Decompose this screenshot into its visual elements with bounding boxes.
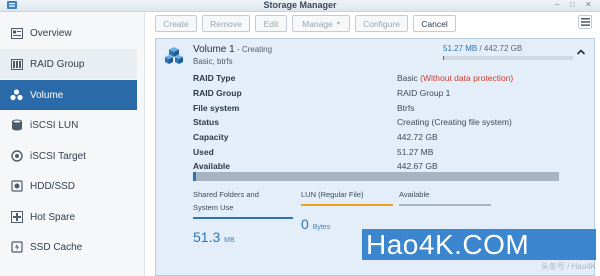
property-key: RAID Group: [193, 88, 242, 99]
sidebar-item-label: SSD Cache: [30, 241, 83, 253]
volume-usage-bar: [443, 56, 573, 60]
hot-spare-icon: [10, 211, 23, 223]
stat-value: 51.3 MB: [193, 229, 235, 245]
list-view-button[interactable]: [578, 15, 592, 29]
iscsi-target-icon: [10, 150, 23, 162]
volume-properties: RAID Type Basic (Without data protection…: [193, 71, 583, 174]
maximize-icon[interactable]: □: [570, 1, 579, 9]
watermark-subtext: 头条号 / Hao4K: [540, 262, 596, 271]
minimize-icon[interactable]: –: [555, 1, 564, 9]
stat-label: Available: [399, 190, 430, 199]
stat-label: System Use: [193, 203, 234, 212]
list-icon: [580, 18, 590, 26]
stat-lun: LUN (Regular File) 0 Bytes: [301, 188, 393, 232]
sidebar-item-overview[interactable]: Overview: [0, 18, 137, 48]
volume-total: / 442.72 GB: [477, 44, 523, 53]
warning-text: (Without data protection): [420, 73, 514, 84]
property-value: Creating (Creating file system): [397, 117, 512, 128]
close-icon[interactable]: ✕: [585, 1, 594, 9]
window-title: Storage Manager: [263, 0, 337, 10]
stat-available: Available: [399, 188, 491, 206]
sidebar-item-iscsi-lun[interactable]: iSCSI LUN: [0, 110, 137, 140]
cancel-button[interactable]: Cancel: [413, 15, 456, 32]
manage-button[interactable]: Manage ▾: [292, 15, 350, 32]
chevron-down-icon: ▾: [336, 21, 340, 27]
edit-button[interactable]: Edit: [255, 15, 287, 32]
property-row: Status Creating (Creating file system): [193, 115, 583, 130]
stat-color-line: [301, 204, 393, 206]
ssd-cache-icon: [10, 241, 23, 253]
sidebar-item-raid-group[interactable]: RAID Group: [0, 49, 137, 79]
stat-shared-folders: Shared Folders and System Use 51.3 MB: [193, 188, 293, 245]
property-row: RAID Type Basic (Without data protection…: [193, 71, 583, 86]
property-value: 442.72 GB: [397, 132, 438, 143]
stat-color-line: [193, 217, 293, 219]
sidebar: Overview RAID Group Volume iSCSI LUN iSC…: [0, 12, 145, 276]
property-key: RAID Type: [193, 73, 236, 84]
volume-subtitle: Basic, btrfs: [193, 57, 233, 66]
property-value: 51.27 MB: [397, 146, 434, 157]
stat-label: Shared Folders and: [193, 190, 259, 199]
volume-usage-text: 51.27 MB / 442.72 GB: [443, 44, 522, 53]
toolbar: Create Remove Edit Manage ▾ Configure Ca…: [155, 15, 456, 32]
property-value: Btrfs: [397, 102, 415, 113]
property-row: Used 51.27 MB: [193, 144, 583, 159]
volume-cubes-icon: [165, 47, 183, 64]
collapse-chevron-icon[interactable]: [576, 48, 586, 56]
sidebar-item-label: iSCSI Target: [30, 150, 86, 162]
stat-label: LUN (Regular File): [301, 190, 364, 199]
configure-button[interactable]: Configure: [355, 15, 408, 32]
property-value: RAID Group 1: [397, 88, 451, 99]
watermark-banner: Hao4K.COM: [362, 229, 596, 260]
volume-usage-fill: [443, 56, 445, 60]
property-value: 442.67 GB: [397, 161, 438, 172]
remove-button[interactable]: Remove: [202, 15, 250, 32]
property-key: Capacity: [193, 132, 229, 143]
sidebar-item-iscsi-target[interactable]: iSCSI Target: [0, 141, 137, 171]
property-row: Capacity 442.72 GB: [193, 130, 583, 145]
sidebar-item-label: RAID Group: [30, 58, 85, 70]
stat-color-line: [399, 204, 491, 206]
window-titlebar: Storage Manager – □ ✕: [0, 0, 600, 12]
volume-name: Volume 1: [193, 44, 235, 55]
watermark-text: Hao4K.COM: [366, 229, 530, 260]
property-value: Basic (Without data protection): [397, 73, 514, 84]
property-key: Available: [193, 161, 231, 172]
raid-group-icon: [10, 58, 23, 70]
create-button[interactable]: Create: [155, 15, 197, 32]
sidebar-item-label: iSCSI LUN: [30, 119, 79, 131]
sidebar-item-label: Volume: [30, 89, 64, 101]
volume-icon: [10, 89, 23, 101]
property-key: File system: [193, 102, 240, 113]
overview-icon: [10, 27, 23, 39]
capacity-bar-fill: [193, 172, 196, 181]
capacity-bar: [193, 172, 559, 181]
sidebar-item-hdd-ssd[interactable]: HDD/SSD: [0, 171, 137, 201]
property-row: File system Btrfs: [193, 100, 583, 115]
sidebar-item-hot-spare[interactable]: Hot Spare: [0, 202, 137, 232]
manage-label: Manage: [302, 18, 333, 29]
property-row: RAID Group RAID Group 1: [193, 86, 583, 101]
sidebar-item-label: HDD/SSD: [30, 180, 76, 192]
volume-title: Volume 1 - Creating: [193, 44, 272, 55]
volume-status: - Creating: [234, 45, 273, 54]
sidebar-item-ssd-cache[interactable]: SSD Cache: [0, 232, 137, 262]
window-controls: – □ ✕: [555, 1, 594, 9]
property-key: Status: [193, 117, 219, 128]
sidebar-item-label: Overview: [30, 27, 72, 39]
hdd-icon: [10, 180, 23, 192]
volume-used: 51.27 MB: [443, 44, 478, 53]
sidebar-item-label: Hot Spare: [30, 211, 76, 223]
sidebar-item-volume[interactable]: Volume: [0, 80, 137, 110]
iscsi-lun-icon: [10, 119, 23, 131]
property-key: Used: [193, 146, 214, 157]
